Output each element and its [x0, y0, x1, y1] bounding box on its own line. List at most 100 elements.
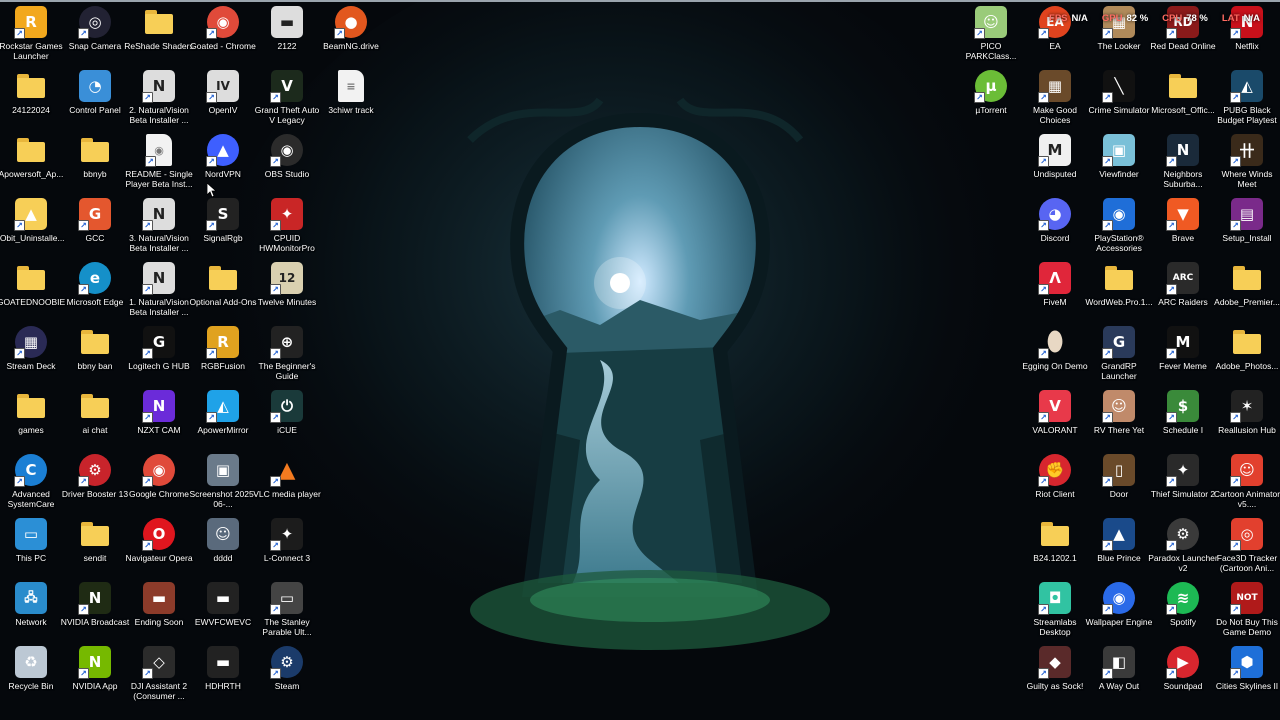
desktop-icon-where-winds-meet[interactable]: 卄 ↗ Where Winds Meet — [1215, 130, 1279, 194]
desktop-icon-b24-1202-1[interactable]: B24.1202.1 — [1023, 514, 1087, 578]
desktop-icon-steam[interactable]: ⚙ ↗ Steam — [255, 642, 319, 706]
desktop-icon-google-chrome[interactable]: ◉ ↗ Google Chrome — [127, 450, 191, 514]
desktop-icon-adobe-photos[interactable]: Adobe_Photos... — [1215, 322, 1279, 386]
desktop-icon-valorant[interactable]: V ↗ VALORANT — [1023, 386, 1087, 450]
desktop-icon-recycle-bin[interactable]: ♻ Recycle Bin — [0, 642, 63, 706]
desktop-icon-guilty-as-sock[interactable]: ◆ ↗ Guilty as Sock! — [1023, 642, 1087, 706]
desktop-icon-rgbfusion[interactable]: R ↗ RGBFusion — [191, 322, 255, 386]
desktop-icon-adobe-premier[interactable]: Adobe_Premier... — [1214, 258, 1280, 322]
desktop-icon-ai-chat[interactable]: ai chat — [63, 386, 127, 450]
desktop-icon-signalrgb[interactable]: S ↗ SignalRgb — [191, 194, 255, 258]
desktop-icon-reshade-shaders[interactable]: ReShade Shaders — [124, 2, 194, 66]
desktop-icon-netflix[interactable]: N ↗ Netflix — [1215, 2, 1279, 66]
desktop-icon-control-panel[interactable]: ◔ Control Panel — [63, 66, 127, 130]
desktop-icon-discord[interactable]: ◕ ↗ Discord — [1023, 194, 1087, 258]
desktop-icon-cpuid-hwmonitorpro[interactable]: ✦ ↗ CPUID HWMonitorPro — [255, 194, 319, 258]
desktop-icon-games[interactable]: games — [0, 386, 63, 450]
desktop-icon-this-pc[interactable]: ▭ This PC — [0, 514, 63, 578]
desktop-icon-blue-prince[interactable]: ▲ ↗ Blue Prince — [1087, 514, 1151, 578]
desktop-icon-1-naturalvision-beta-installer[interactable]: N ↗ 1. NaturalVision Beta Installer ... — [127, 258, 191, 322]
desktop-icon-schedule-i[interactable]: $ ↗ Schedule I — [1151, 386, 1215, 450]
desktop-icon-brave[interactable]: ▼ ↗ Brave — [1151, 194, 1215, 258]
desktop-icon-the-looker[interactable]: ▦ ↗ The Looker — [1087, 2, 1151, 66]
desktop-icon-bbnyb[interactable]: bbnyb — [63, 130, 127, 194]
desktop-icon-obs-studio[interactable]: ◉ ↗ OBS Studio — [255, 130, 319, 194]
desktop-icon-iobit-uninstalle[interactable]: ▲ ↗ IObit_Uninstalle... — [0, 194, 65, 258]
desktop-icon-egging-on-demo[interactable]: ⬮ ↗ Egging On Demo — [1022, 322, 1087, 386]
desktop-icon-rv-there-yet[interactable]: ☺ ↗ RV There Yet — [1087, 386, 1151, 450]
desktop-icon-fivem[interactable]: Λ ↗ FiveM — [1023, 258, 1087, 322]
desktop-icon-openiv[interactable]: IV ↗ OpenIV — [191, 66, 255, 130]
desktop-icon-paradox-launcher-v2[interactable]: ⚙ ↗ Paradox Launcher v2 — [1148, 514, 1218, 578]
desktop-icon-spotify[interactable]: ≋ ↗ Spotify — [1151, 578, 1215, 642]
desktop-icon-nvidia-app[interactable]: N ↗ NVIDIA App — [63, 642, 127, 706]
desktop-icon-logitech-g-hub[interactable]: G ↗ Logitech G HUB — [127, 322, 191, 386]
desktop-icon-ewvfcwevc[interactable]: ▬ EWVFCWEVC — [191, 578, 255, 642]
desktop-icon-hdhrth[interactable]: ▬ HDHRTH — [191, 642, 255, 706]
desktop-icon-beamng-drive[interactable]: ● ↗ BeamNG.drive — [319, 2, 383, 66]
desktop-icon-ending-soon[interactable]: ▬ Ending Soon — [127, 578, 191, 642]
desktop-icon-microsoft-offic[interactable]: Microsoft_Offic... — [1151, 66, 1215, 130]
desktop-icon-playstation-accessories[interactable]: ◉ ↗ PlayStation® Accessories — [1087, 194, 1151, 258]
desktop-icon-driver-booster-13[interactable]: ⚙ ↗ Driver Booster 13 — [62, 450, 128, 514]
desktop-icon-wordweb-pro-1[interactable]: WordWeb.Pro.1... — [1085, 258, 1153, 322]
desktop-icon-torrent[interactable]: µ ↗ µTorrent — [959, 66, 1023, 130]
desktop-icon-cartoon-animator-v5[interactable]: ☺ ↗ Cartoon Animator v5.... — [1214, 450, 1280, 514]
desktop-icon-rockstar-games-launcher[interactable]: R ↗ Rockstar Games Launcher — [0, 2, 63, 66]
desktop-icon-2-naturalvision-beta-installer[interactable]: N ↗ 2. NaturalVision Beta Installer ... — [127, 66, 191, 130]
desktop-icon-ea[interactable]: EA ↗ EA — [1023, 2, 1087, 66]
desktop-icon-l-connect-3[interactable]: ✦ ↗ L-Connect 3 — [255, 514, 319, 578]
desktop-icon-wallpaper-engine[interactable]: ◉ ↗ Wallpaper Engine — [1086, 578, 1152, 642]
desktop-icon-dddd[interactable]: ☺ dddd — [191, 514, 255, 578]
desktop-icon-make-good-choices[interactable]: ▦ ↗ Make Good Choices — [1023, 66, 1087, 130]
desktop-icon-pico-parkclass[interactable]: ☺ ↗ PICO PARKClass... — [959, 2, 1023, 66]
desktop-icon-undisputed[interactable]: M ↗ Undisputed — [1023, 130, 1087, 194]
desktop-icon-stream-deck[interactable]: ▦ ↗ Stream Deck — [0, 322, 63, 386]
desktop-icon-neighbors-suburba[interactable]: N ↗ Neighbors Suburba... — [1151, 130, 1215, 194]
desktop-icon-dji-assistant-2-consumer[interactable]: ◇ ↗ DJI Assistant 2 (Consumer ... — [127, 642, 191, 706]
desktop-icon-twelve-minutes[interactable]: 12 ↗ Twelve Minutes — [255, 258, 319, 322]
desktop-icon-apowermirror[interactable]: ◭ ↗ ApowerMirror — [191, 386, 255, 450]
desktop-icon-reallusion-hub[interactable]: ✶ ↗ Reallusion Hub — [1215, 386, 1279, 450]
desktop-icon-apowersoft-ap[interactable]: Apowersoft_Ap... — [0, 130, 63, 194]
desktop-icon-nvidia-broadcast[interactable]: N ↗ NVIDIA Broadcast — [61, 578, 129, 642]
desktop-icon-setup-install[interactable]: ▤ ↗ Setup_Install — [1215, 194, 1279, 258]
desktop-icon-face3d-tracker-cartoon-ani[interactable]: ◎ ↗ Face3D Tracker (Cartoon Ani... — [1215, 514, 1279, 578]
desktop-icon-3-naturalvision-beta-installer[interactable]: N ↗ 3. NaturalVision Beta Installer ... — [127, 194, 191, 258]
desktop-icon-3chiwr-track[interactable]: ≡ 3chiwr track — [319, 66, 383, 130]
desktop-icon-cities-skylines-ii[interactable]: ⬢ ↗ Cities Skylines II — [1215, 642, 1279, 706]
desktop-icon-network[interactable]: 🖧 Network — [0, 578, 63, 642]
desktop-icon-pubg-black-budget-playtest[interactable]: ◭ ↗ PUBG Black Budget Playtest — [1215, 66, 1279, 130]
desktop-icon-goatednoobie[interactable]: GOATEDNOOBIE — [0, 258, 65, 322]
desktop-icon-vlc-media-player[interactable]: ▲ ↗ VLC media player — [253, 450, 321, 514]
desktop-icon-the-stanley-parable-ult[interactable]: ▭ ↗ The Stanley Parable Ult... — [255, 578, 319, 642]
desktop-icon-red-dead-online[interactable]: RD ↗ Red Dead Online — [1150, 2, 1216, 66]
desktop-icon-door[interactable]: ▯ ↗ Door — [1087, 450, 1151, 514]
desktop-icon-readme-single-player-beta-inst[interactable]: ◉ ↗ README - Single Player Beta Inst... — [125, 130, 193, 194]
desktop-icon-crime-simulator[interactable]: ╲ ↗ Crime Simulator — [1087, 66, 1151, 130]
desktop-icon-advanced-systemcare[interactable]: C ↗ Advanced SystemCare — [0, 450, 63, 514]
desktop-icon-bbny-ban[interactable]: bbny ban — [63, 322, 127, 386]
desktop-icon-sendit[interactable]: sendit — [63, 514, 127, 578]
desktop-icon-thief-simulator-2[interactable]: ✦ ↗ Thief Simulator 2 — [1151, 450, 1215, 514]
desktop-icon-microsoft-edge[interactable]: e ↗ Microsoft Edge — [63, 258, 127, 322]
desktop-icon-fever-meme[interactable]: M ↗ Fever Meme — [1151, 322, 1215, 386]
desktop-icon-24122024[interactable]: 24122024 — [0, 66, 63, 130]
desktop-icon-snap-camera[interactable]: ◎ ↗ Snap Camera — [63, 2, 127, 66]
desktop-icon-do-not-buy-this-game-demo[interactable]: NOT ↗ Do Not Buy This Game Demo — [1215, 578, 1279, 642]
desktop-icon-nordvpn[interactable]: ▲ ↗ NordVPN — [191, 130, 255, 194]
desktop-icon-streamlabs-desktop[interactable]: ◘ ↗ Streamlabs Desktop — [1023, 578, 1087, 642]
desktop-icon-riot-client[interactable]: ✊ ↗ Riot Client — [1023, 450, 1087, 514]
desktop-icon-a-way-out[interactable]: ◧ ↗ A Way Out — [1087, 642, 1151, 706]
desktop-icon-gcc[interactable]: G ↗ GCC — [63, 194, 127, 258]
desktop-icon-goated-chrome[interactable]: ◉ ↗ Goated - Chrome — [190, 2, 256, 66]
desktop-icon-grandrp-launcher[interactable]: G ↗ GrandRP Launcher — [1087, 322, 1151, 386]
desktop-icon-nzxt-cam[interactable]: N ↗ NZXT CAM — [127, 386, 191, 450]
desktop-icon-viewfinder[interactable]: ▣ ↗ Viewfinder — [1087, 130, 1151, 194]
desktop-icon-arc-raiders[interactable]: ARC ↗ ARC Raiders — [1151, 258, 1215, 322]
desktop-icon-grand-theft-auto-v-legacy[interactable]: V ↗ Grand Theft Auto V Legacy — [255, 66, 319, 130]
desktop-icon-the-beginner-s-guide[interactable]: ⊕ ↗ The Beginner's Guide — [255, 322, 319, 386]
desktop-icon-soundpad[interactable]: ▶ ↗ Soundpad — [1151, 642, 1215, 706]
desktop-icon-icue[interactable]: ⏻ ↗ iCUE — [255, 386, 319, 450]
desktop-icon-optional-add-ons[interactable]: Optional Add-Ons — [189, 258, 257, 322]
